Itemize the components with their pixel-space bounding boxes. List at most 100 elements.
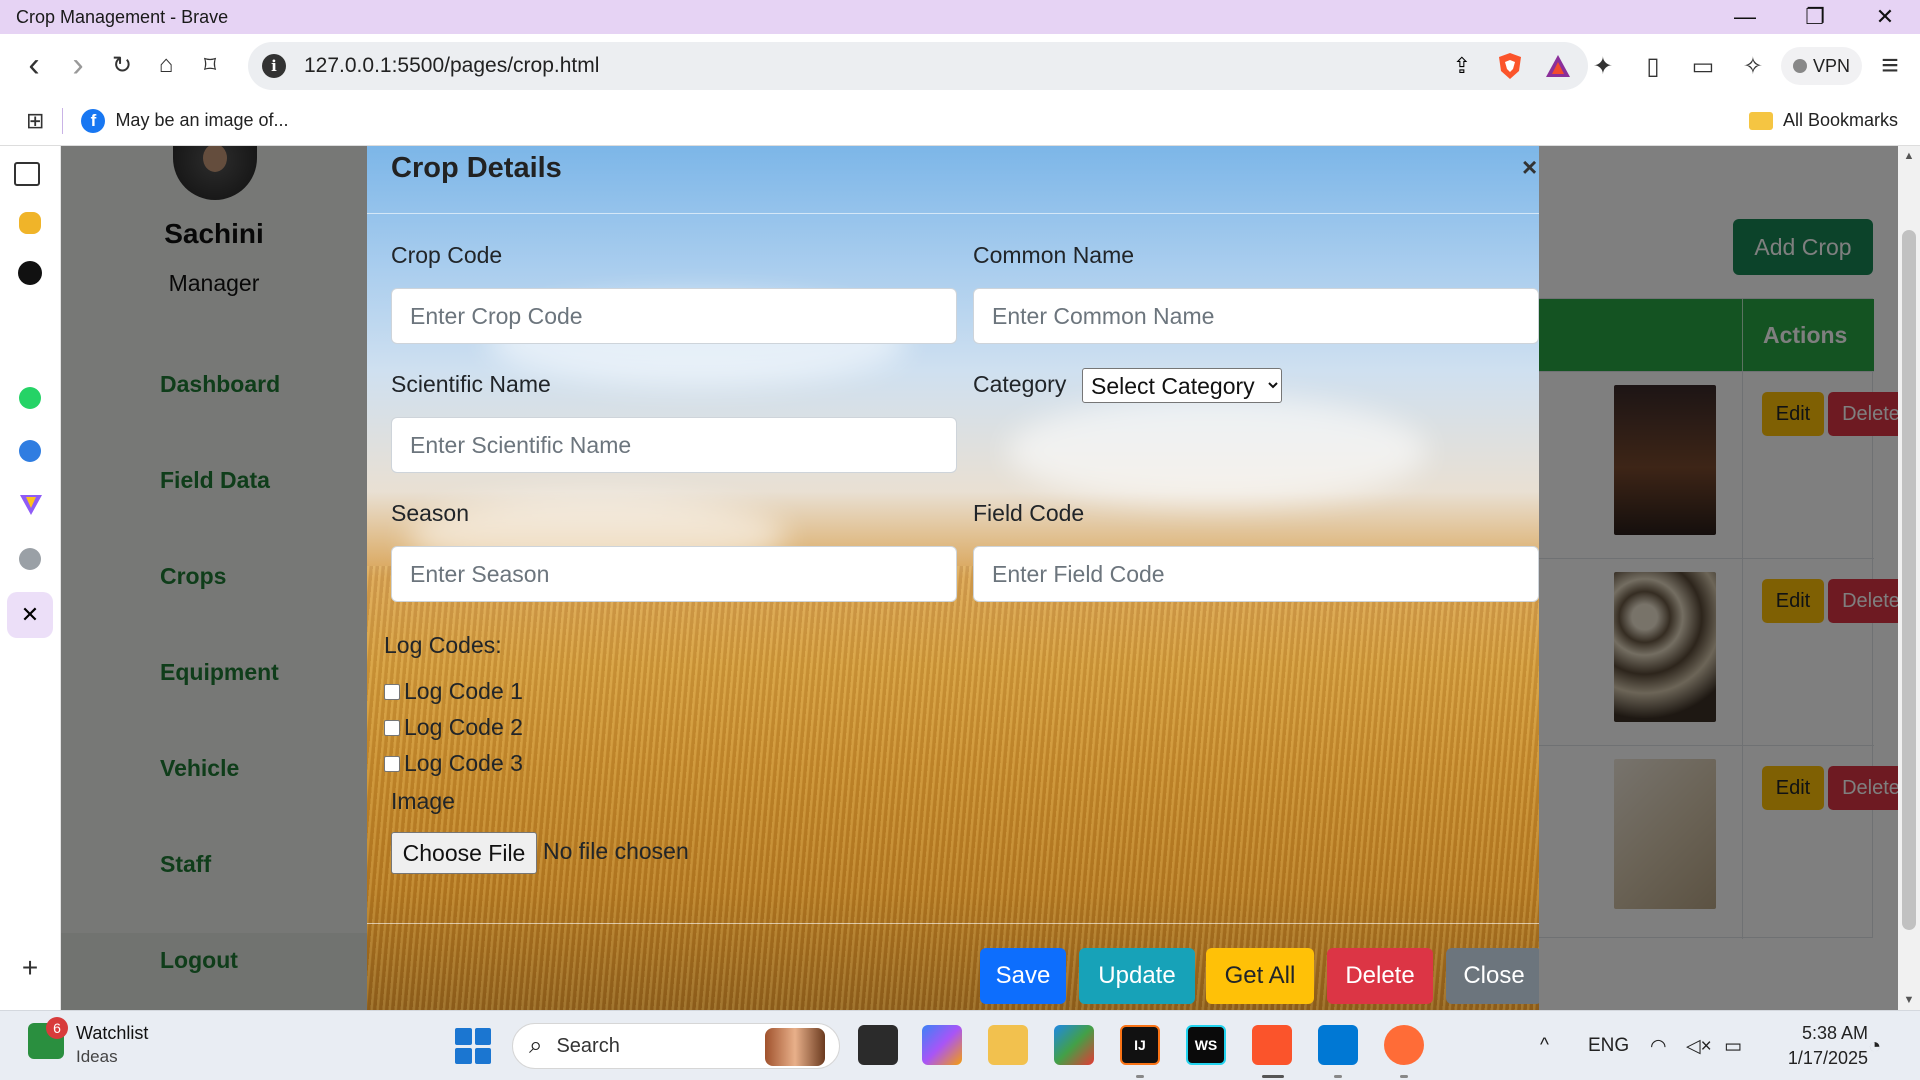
windows-start-icon[interactable]: [455, 1028, 491, 1064]
crop-code-input[interactable]: [391, 288, 957, 344]
running-indicator: [1136, 1075, 1144, 1078]
bookmarks-bar: ⊞ f May be an image of... All Bookmarks: [0, 96, 1920, 146]
reading-list-icon[interactable]: [14, 162, 40, 186]
delete-button[interactable]: Delete: [1327, 948, 1433, 1004]
common-name-label: Common Name: [973, 242, 1135, 268]
microsoft-store-icon[interactable]: [1054, 1025, 1094, 1065]
browser-toolbar: ‹ › ↻ ⌂ ⌑ i 127.0.0.1:5500/pages/crop.ht…: [0, 34, 1920, 96]
get-all-button[interactable]: Get All: [1206, 948, 1314, 1004]
checkbox[interactable]: [384, 755, 400, 772]
leo-ai-icon[interactable]: ✧: [1731, 44, 1775, 88]
contacts-icon[interactable]: [19, 212, 41, 234]
checkbox[interactable]: [384, 719, 400, 736]
common-name-input[interactable]: [973, 288, 1539, 344]
brave-rewards-icon[interactable]: [1540, 48, 1576, 84]
notification-badge: 6: [46, 1017, 68, 1039]
forward-icon[interactable]: ›: [56, 43, 100, 87]
vscode-icon[interactable]: [1318, 1025, 1358, 1065]
update-button[interactable]: Update: [1079, 948, 1195, 1004]
search-highlight-image: [765, 1028, 825, 1066]
language-indicator[interactable]: ENG: [1588, 1011, 1629, 1080]
brave-shields-icon[interactable]: [1492, 48, 1528, 84]
copilot-icon[interactable]: [922, 1025, 962, 1065]
intellij-icon[interactable]: IJ: [1120, 1025, 1160, 1065]
sidebar-toggle-icon[interactable]: ▯: [1631, 44, 1675, 88]
scroll-down-icon[interactable]: ▼: [1898, 994, 1920, 1006]
background-cloud: [1007, 396, 1427, 506]
system-clock[interactable]: 5:38 AM 1/17/2025: [1768, 1021, 1868, 1071]
all-bookmarks-button[interactable]: All Bookmarks: [1748, 110, 1898, 131]
checkbox[interactable]: [384, 683, 400, 700]
site-info-icon[interactable]: i: [262, 54, 286, 78]
task-view-icon[interactable]: [858, 1025, 898, 1065]
add-panel-icon[interactable]: +: [14, 952, 46, 984]
extensions-icon[interactable]: ✦: [1581, 44, 1625, 88]
wallet-icon[interactable]: ▭: [1681, 44, 1725, 88]
scroll-up-icon[interactable]: ▲: [1898, 150, 1920, 162]
vpn-button[interactable]: VPN: [1780, 47, 1862, 85]
season-input[interactable]: [391, 546, 957, 602]
postman-icon[interactable]: [1384, 1025, 1424, 1065]
address-bar[interactable]: i 127.0.0.1:5500/pages/crop.html ⇪: [248, 42, 1588, 90]
crop-details-modal: Crop Details × Crop Code Common Name Sci…: [367, 146, 1539, 1010]
scrollbar-thumb[interactable]: [1902, 230, 1916, 930]
home-icon[interactable]: ⌂: [144, 43, 188, 87]
active-indicator: [1262, 1075, 1284, 1078]
vpn-label: VPN: [1812, 55, 1850, 76]
log-code-label: Log Code 2: [404, 714, 523, 740]
share-icon[interactable]: ⇪: [1444, 48, 1480, 84]
bookmark-icon[interactable]: ⌑: [188, 43, 232, 87]
battery-icon[interactable]: ▭: [1724, 1011, 1742, 1080]
reload-icon[interactable]: ↻: [100, 43, 144, 87]
volume-muted-icon[interactable]: ◁×: [1686, 1011, 1712, 1080]
widget-title[interactable]: Watchlist: [76, 1023, 148, 1044]
window-titlebar: Crop Management - Brave — ❐ ✕: [0, 0, 1920, 34]
log-code-label: Log Code 3: [404, 750, 523, 776]
file-explorer-icon[interactable]: [988, 1025, 1028, 1065]
webstorm-icon[interactable]: WS: [1186, 1025, 1226, 1065]
log-code-option[interactable]: Log Code 3: [384, 750, 523, 777]
restore-button[interactable]: ❐: [1780, 0, 1850, 34]
choose-file-button[interactable]: Choose File: [391, 832, 537, 874]
apps-grid-icon[interactable]: ⊞: [26, 108, 44, 134]
notification-bell-icon[interactable]: ◔: [1868, 1011, 1881, 1080]
folder-icon: [1748, 111, 1773, 130]
vite-icon[interactable]: [19, 494, 43, 516]
globe-icon[interactable]: [19, 548, 41, 570]
search-label: Search: [556, 1034, 620, 1057]
close-button[interactable]: Close: [1446, 948, 1539, 1004]
wifi-icon[interactable]: ◠: [1650, 1011, 1667, 1080]
log-codes-label: Log Codes:: [384, 632, 502, 658]
log-code-option[interactable]: Log Code 2: [384, 714, 523, 741]
web-page: Sachini Manager Dashboard Field Data Cro…: [61, 146, 1898, 1010]
close-window-button[interactable]: ✕: [1850, 0, 1920, 34]
link-icon[interactable]: [19, 440, 41, 462]
minimize-button[interactable]: —: [1710, 0, 1780, 34]
modal-header: Crop Details ×: [367, 146, 1539, 214]
bookmark-item[interactable]: May be an image of...: [115, 110, 288, 131]
show-hidden-icons[interactable]: ^: [1540, 1011, 1549, 1080]
category-select[interactable]: Select Category: [1082, 368, 1282, 403]
taskbar-search[interactable]: ⌕ Search: [512, 1023, 840, 1069]
facebook-icon[interactable]: f: [81, 108, 106, 133]
brave-taskbar-icon[interactable]: [1252, 1025, 1292, 1065]
wheat-field-background: [367, 566, 1539, 1010]
back-icon[interactable]: ‹: [12, 43, 56, 87]
whatsapp-icon[interactable]: [19, 387, 41, 409]
running-indicator: [1334, 1075, 1342, 1078]
modal-footer-divider: [367, 923, 1539, 924]
chatgpt-icon[interactable]: [18, 261, 42, 285]
search-icon: ⌕: [529, 1032, 543, 1059]
page-scrollbar[interactable]: ▲ ▼: [1898, 146, 1920, 1010]
close-icon[interactable]: ×: [1522, 152, 1537, 183]
close-panel-icon[interactable]: ✕: [7, 592, 53, 638]
log-code-option[interactable]: Log Code 1: [384, 678, 523, 705]
field-code-input[interactable]: [973, 546, 1539, 602]
vpn-status-icon: [1792, 59, 1807, 73]
menu-icon[interactable]: ≡: [1868, 44, 1912, 88]
file-status-text: No file chosen: [543, 838, 689, 864]
widget-subtitle: Ideas: [76, 1047, 118, 1066]
scientific-name-input[interactable]: [391, 417, 957, 473]
save-button[interactable]: Save: [980, 948, 1066, 1004]
url-text[interactable]: 127.0.0.1:5500/pages/crop.html: [304, 54, 1444, 78]
